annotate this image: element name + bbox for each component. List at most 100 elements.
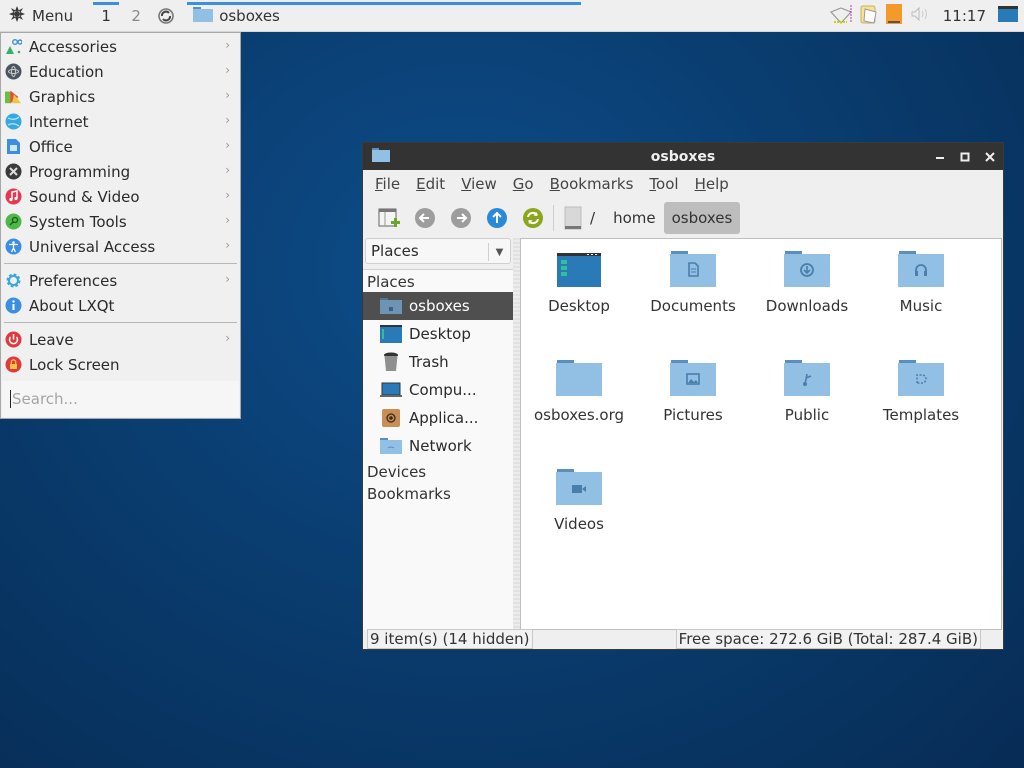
file-item-public[interactable]: Public (750, 356, 864, 465)
menu-item-lock-screen[interactable]: Lock Screen (1, 352, 240, 377)
videos-folder-icon (555, 465, 603, 505)
menu-item-office[interactable]: Office › (1, 134, 240, 159)
desktop-folder-icon (555, 247, 603, 287)
menu-search-box[interactable] (2, 381, 239, 417)
file-item-templates[interactable]: Templates (864, 356, 978, 465)
drive-icon[interactable] (560, 202, 586, 234)
system-tools-icon (5, 213, 22, 230)
bookmarks-header[interactable]: Bookmarks (363, 484, 513, 504)
file-name: osboxes.org (533, 406, 625, 424)
trash-icon (379, 351, 403, 373)
clipboard-icon[interactable] (859, 3, 879, 29)
show-desktop-icon[interactable] (998, 6, 1018, 26)
place-label: Trash (409, 353, 449, 371)
lock-icon (5, 356, 22, 373)
file-item-videos[interactable]: Videos (522, 465, 636, 574)
menu-item-system-tools[interactable]: System Tools › (1, 209, 240, 234)
volume-icon[interactable] (909, 4, 931, 28)
menu-item-education[interactable]: Education › (1, 59, 240, 84)
show-desktop-switcher-icon[interactable] (151, 0, 181, 32)
file-item-downloads[interactable]: Downloads (750, 247, 864, 356)
breadcrumb-osboxes[interactable]: osboxes (663, 202, 741, 234)
file-item-pictures[interactable]: Pictures (636, 356, 750, 465)
folder-icon (555, 356, 603, 396)
breadcrumb-root[interactable]: / (586, 202, 605, 234)
network-icon[interactable] (829, 3, 853, 29)
new-tab-button[interactable] (371, 202, 407, 234)
chevron-down-icon: ▼ (488, 243, 510, 261)
place-network[interactable]: Network (363, 432, 513, 460)
music-folder-icon (897, 247, 945, 287)
mnemonic: E (416, 175, 426, 193)
task-title: osboxes (219, 6, 280, 25)
place-osboxes[interactable]: osboxes (363, 292, 513, 320)
menu-item-leave[interactable]: Leave › (1, 327, 240, 352)
forward-button[interactable] (443, 202, 479, 234)
place-trash[interactable]: Trash (363, 348, 513, 376)
menu-help[interactable]: Help (687, 175, 737, 193)
toolbar-separator (553, 205, 554, 231)
system-tray: 11:17 (829, 0, 1024, 32)
menu-item-about-lxqt[interactable]: About LXQt (1, 293, 240, 318)
menu-item-label: Lock Screen (29, 355, 120, 374)
menu-tool[interactable]: Tool (641, 175, 686, 193)
place-label: Network (409, 437, 472, 455)
place-applications[interactable]: Applica... (363, 404, 513, 432)
file-name: Pictures (663, 406, 723, 424)
menu-label: iew (471, 175, 497, 193)
devices-header[interactable]: Devices (363, 462, 513, 482)
menu-view[interactable]: View (453, 175, 505, 193)
menu-bookmarks[interactable]: Bookmarks (542, 175, 642, 193)
desktop-switch-2[interactable]: 2 (121, 0, 151, 32)
taskbar-window-osboxes[interactable]: osboxes (187, 0, 582, 32)
file-item-osboxes-org[interactable]: osboxes.org (522, 356, 636, 465)
back-button[interactable] (407, 202, 443, 234)
file-item-music[interactable]: Music (864, 247, 978, 356)
up-button[interactable] (479, 202, 515, 234)
submenu-arrow-icon: › (225, 238, 230, 252)
side-pane-mode-select[interactable]: Places ▼ (365, 238, 511, 264)
file-manager-window: osboxes File Edit View Go Bookmarks Tool… (362, 142, 1004, 650)
file-item-documents[interactable]: Documents (636, 247, 750, 356)
side-pane: Places ▼ Places osboxes Desktop Trash Co… (363, 238, 513, 630)
status-free-space: Free space: 272.6 GiB (Total: 287.4 GiB) (675, 628, 981, 649)
menu-go[interactable]: Go (505, 175, 542, 193)
place-label: Desktop (409, 325, 471, 343)
menu-item-preferences[interactable]: Preferences › (1, 268, 240, 293)
breadcrumb-home[interactable]: home (605, 202, 664, 234)
new-tab-icon (378, 208, 400, 227)
clock[interactable]: 11:17 (943, 7, 986, 25)
menu-edit[interactable]: Edit (408, 175, 453, 193)
place-computer[interactable]: Compu... (363, 376, 513, 404)
maximize-button[interactable] (957, 149, 972, 164)
menubar: File Edit View Go Bookmarks Tool Help (363, 170, 1003, 198)
minimize-button[interactable] (932, 149, 947, 164)
menu-item-accessories[interactable]: Accessories › (1, 34, 240, 59)
mnemonic: G (512, 175, 525, 193)
network-folder-icon (379, 435, 403, 457)
battery-icon[interactable] (885, 3, 903, 29)
start-menu: Accessories › Education › Graphics › Int… (0, 32, 241, 419)
menu-item-sound-video[interactable]: Sound & Video › (1, 184, 240, 209)
window-titlebar[interactable]: osboxes (363, 143, 1003, 170)
menu-item-label: Graphics (29, 87, 96, 106)
menu-item-label: System Tools (29, 212, 127, 231)
menu-file[interactable]: File (367, 175, 408, 193)
submenu-arrow-icon: › (225, 38, 230, 52)
desktop-switch-1[interactable]: 1 (91, 0, 121, 32)
file-item-desktop[interactable]: Desktop (522, 247, 636, 356)
close-button[interactable] (982, 149, 997, 164)
menu-item-internet[interactable]: Internet › (1, 109, 240, 134)
reload-button[interactable] (515, 202, 551, 234)
menu-item-universal-access[interactable]: Universal Access › (1, 234, 240, 259)
submenu-arrow-icon: › (225, 272, 230, 286)
back-arrow-icon (415, 208, 435, 228)
menu-item-graphics[interactable]: Graphics › (1, 84, 240, 109)
menu-label: ookmarks (559, 175, 634, 193)
place-desktop[interactable]: Desktop (363, 320, 513, 348)
pane-splitter[interactable] (513, 238, 520, 630)
menu-search-input[interactable] (10, 390, 239, 408)
menu-item-programming[interactable]: Programming › (1, 159, 240, 184)
places-header[interactable]: Places (363, 272, 513, 292)
main-menu-button[interactable]: Menu (0, 0, 81, 32)
